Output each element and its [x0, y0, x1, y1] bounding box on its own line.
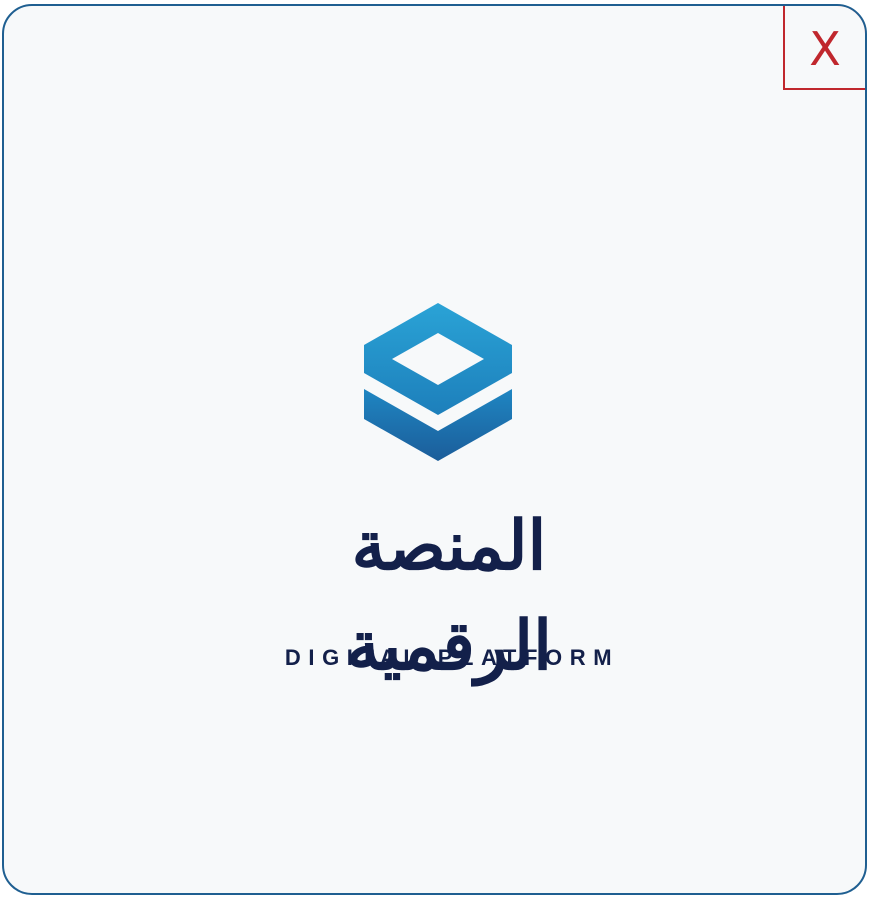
logo-arabic-name: المنصة الرقمية [346, 506, 552, 686]
platform-logo: المنصة الرقمية DIGITAL PLATFORM [4, 6, 865, 893]
logo-english-name: DIGITAL PLATFORM [284, 645, 620, 670]
layered-cube-icon [364, 303, 512, 461]
modal-dialog: X المنصة الرقمية DIGITAL PLATFORM [2, 4, 867, 895]
